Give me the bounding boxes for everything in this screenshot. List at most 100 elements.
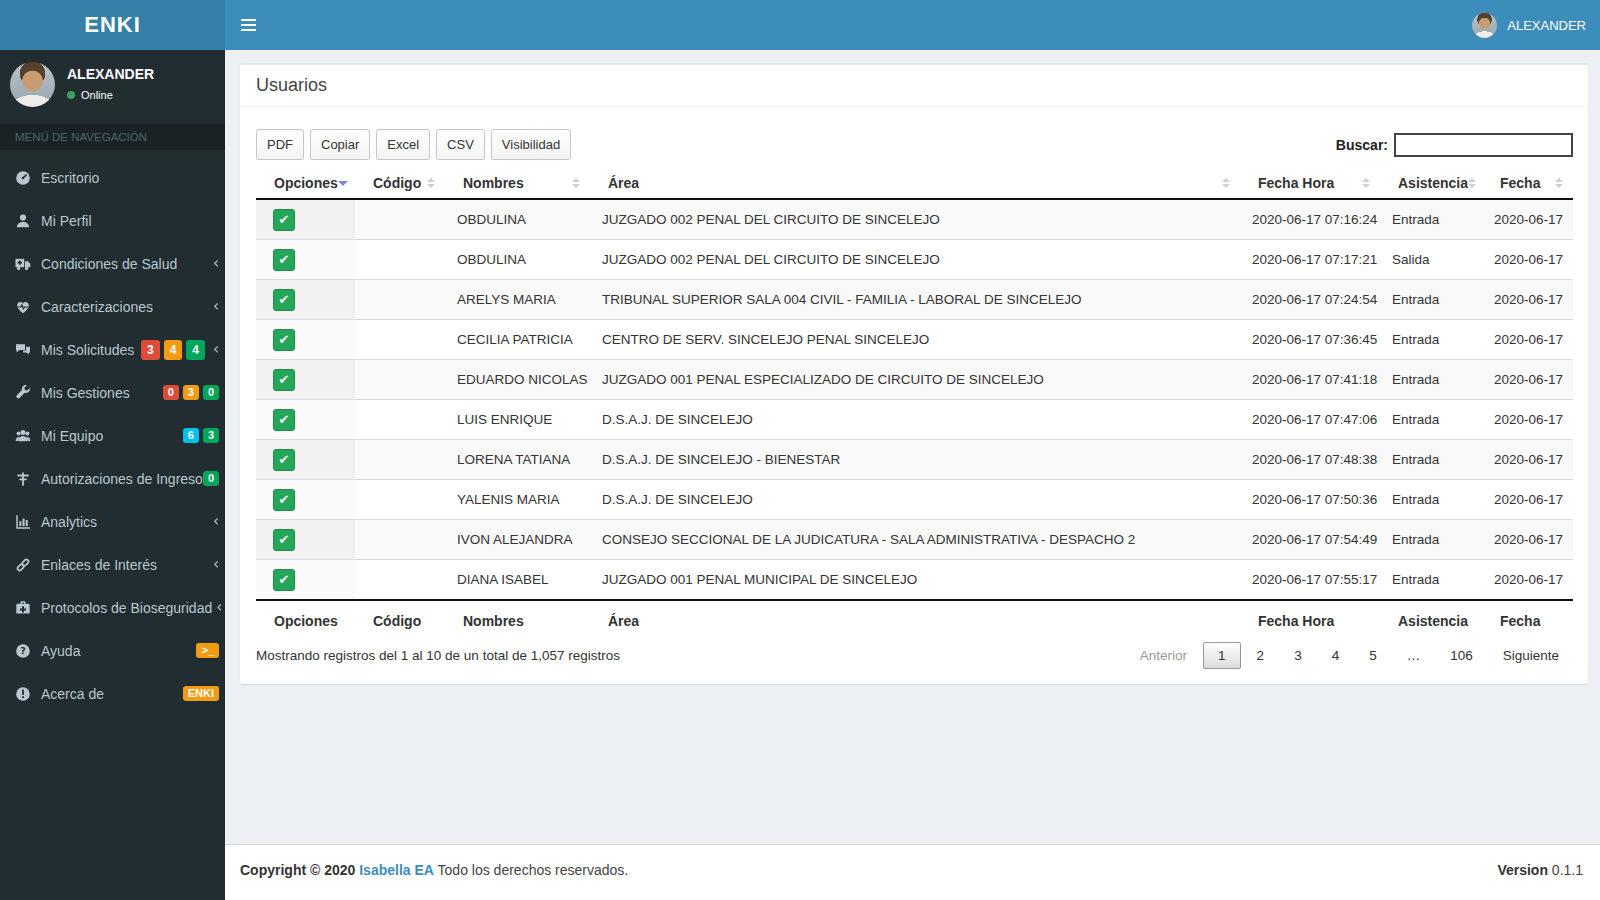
sidebar-item-label: Caracterizaciones xyxy=(41,299,153,315)
check-icon: ✔ xyxy=(279,333,290,346)
column-header-c-digo[interactable]: Código xyxy=(355,168,445,199)
check-button[interactable]: ✔ xyxy=(273,249,295,271)
sidebar-item-label: Autorizaciones de Ingreso xyxy=(41,471,203,487)
search-input[interactable] xyxy=(1394,133,1573,157)
page-title: Usuarios xyxy=(256,75,327,95)
check-button[interactable]: ✔ xyxy=(273,369,295,391)
search-label: Buscar: xyxy=(1336,137,1388,153)
codigo-cell xyxy=(355,480,445,520)
table-row: ✔OBDULINAJUZGADO 002 PENAL DEL CIRCUITO … xyxy=(256,240,1573,280)
asistencia-cell: Entrada xyxy=(1380,199,1482,240)
sidebar-item-mi-perfil[interactable]: Mi Perfil xyxy=(0,199,225,242)
fecha-hora-cell: 2020-06-17 07:41:18 xyxy=(1240,360,1380,400)
pagination-page-4[interactable]: 4 xyxy=(1318,642,1354,669)
area-cell: JUZGADO 002 PENAL DEL CIRCUITO DE SINCEL… xyxy=(590,240,1240,280)
badge: 0 xyxy=(203,471,219,486)
fecha-hora-cell: 2020-06-17 07:47:06 xyxy=(1240,400,1380,440)
pagination-ellipsis: … xyxy=(1393,642,1435,669)
nombres-cell: EDUARDO NICOLAS xyxy=(445,360,590,400)
asistencia-cell: Salida xyxy=(1380,240,1482,280)
sidebar-item-mis-gestiones[interactable]: Mis Gestiones030 xyxy=(0,371,225,414)
sidebar-item-caracterizaciones[interactable]: Caracterizaciones‹ xyxy=(0,285,225,328)
codigo-cell xyxy=(355,520,445,560)
pagination-previous[interactable]: Anterior xyxy=(1126,642,1201,669)
sidebar-item-acerca-de[interactable]: Acerca deENKI xyxy=(0,672,225,715)
check-icon: ✔ xyxy=(279,533,290,546)
pagination-page-2[interactable]: 2 xyxy=(1243,642,1279,669)
column-header--rea[interactable]: Área xyxy=(590,168,1240,199)
user-icon xyxy=(15,213,41,229)
nombres-cell: IVON ALEJANDRA xyxy=(445,520,590,560)
check-icon: ✔ xyxy=(279,253,290,266)
opciones-cell: ✔ xyxy=(256,520,355,560)
sidebar-item-enlaces-de-inter-s[interactable]: Enlaces de Interés‹ xyxy=(0,543,225,586)
sidebar-user-name: ALEXANDER xyxy=(67,66,154,82)
sidebar-toggle-icon[interactable] xyxy=(225,0,271,50)
badge: >_ xyxy=(196,643,219,658)
copiar-button[interactable]: Copiar xyxy=(310,129,370,160)
sidebar-item-ayuda[interactable]: ?Ayuda>_ xyxy=(0,629,225,672)
table-header-row: OpcionesCódigoNombresÁreaFecha HoraAsist… xyxy=(256,168,1573,199)
column-footer--rea: Área xyxy=(590,600,1240,638)
sidebar-item-condiciones-de-salud[interactable]: Condiciones de Salud‹ xyxy=(0,242,225,285)
check-button[interactable]: ✔ xyxy=(273,409,295,431)
pagination-page-3[interactable]: 3 xyxy=(1280,642,1316,669)
sidebar-item-protocolos-de-bioseguridad[interactable]: Protocolos de Bioseguridad‹ xyxy=(0,586,225,629)
search-area: Buscar: xyxy=(1336,133,1573,157)
navbar-user-menu[interactable]: ALEXANDER xyxy=(1462,0,1600,50)
sidebar-item-escritorio[interactable]: Escritorio xyxy=(0,156,225,199)
pagination-page-106[interactable]: 106 xyxy=(1436,642,1487,669)
sidebar-item-label: Mi Perfil xyxy=(41,213,92,229)
check-icon: ✔ xyxy=(279,213,290,226)
column-header-nombres[interactable]: Nombres xyxy=(445,168,590,199)
pagination-page-5[interactable]: 5 xyxy=(1355,642,1391,669)
sidebar: ALEXANDER Online MENÚ DE NAVEGACIÓN Escr… xyxy=(0,50,225,900)
excel-button[interactable]: Excel xyxy=(376,129,430,160)
sidebar-item-mi-equipo[interactable]: Mi Equipo63 xyxy=(0,414,225,457)
codigo-cell xyxy=(355,440,445,480)
badge: ENKI xyxy=(183,686,219,701)
usuarios-box: Usuarios PDFCopiarExcelCSVVisibilidad Bu… xyxy=(240,63,1588,684)
column-footer-c-digo: Código xyxy=(355,600,445,638)
csv-button[interactable]: CSV xyxy=(436,129,485,160)
brand-logo[interactable]: ENKI xyxy=(0,0,225,50)
badge: 3 xyxy=(203,428,219,443)
fecha-cell: 2020-06-17 xyxy=(1482,520,1573,560)
sidebar-item-analytics[interactable]: Analytics‹ xyxy=(0,500,225,543)
table-row: ✔CECILIA PATRICIACENTRO DE SERV. SINCELE… xyxy=(256,320,1573,360)
opciones-cell: ✔ xyxy=(256,199,355,240)
pagination-next[interactable]: Siguiente xyxy=(1489,642,1573,669)
column-header-opciones[interactable]: Opciones xyxy=(256,168,355,199)
sidebar-item-label: Enlaces de Interés xyxy=(41,557,157,573)
sort-icon xyxy=(427,178,441,188)
brand-link[interactable]: Isabella EA xyxy=(359,862,434,878)
medkit-icon xyxy=(15,600,41,616)
column-header-asistencia[interactable]: Asistencia xyxy=(1380,168,1482,199)
pdf-button[interactable]: PDF xyxy=(256,129,304,160)
sidebar-item-mis-solicitudes[interactable]: Mis Solicitudes344‹ xyxy=(0,328,225,371)
check-button[interactable]: ✔ xyxy=(273,529,295,551)
opciones-cell: ✔ xyxy=(256,400,355,440)
table-footer-row: OpcionesCódigoNombresÁreaFecha HoraAsist… xyxy=(256,600,1573,638)
sidebar-item-label: Escritorio xyxy=(41,170,99,186)
pagination: Anterior12345…106Siguiente xyxy=(1124,642,1573,669)
column-header-fecha[interactable]: Fecha xyxy=(1482,168,1573,199)
check-button[interactable]: ✔ xyxy=(273,449,295,471)
check-button[interactable]: ✔ xyxy=(273,489,295,511)
check-button[interactable]: ✔ xyxy=(273,289,295,311)
codigo-cell xyxy=(355,400,445,440)
visibilidad-button[interactable]: Visibilidad xyxy=(491,129,571,160)
sidebar-item-autorizaciones-de-ingreso[interactable]: Autorizaciones de Ingreso0 xyxy=(0,457,225,500)
column-header-fecha-hora[interactable]: Fecha Hora xyxy=(1240,168,1380,199)
area-cell: TRIBUNAL SUPERIOR SALA 004 CIVIL - FAMIL… xyxy=(590,280,1240,320)
check-button[interactable]: ✔ xyxy=(273,209,295,231)
usuarios-table: OpcionesCódigoNombresÁreaFecha HoraAsist… xyxy=(256,168,1573,638)
fecha-cell: 2020-06-17 xyxy=(1482,440,1573,480)
check-button[interactable]: ✔ xyxy=(273,569,295,591)
pagination-page-1[interactable]: 1 xyxy=(1203,642,1241,669)
check-button[interactable]: ✔ xyxy=(273,329,295,351)
users-icon xyxy=(15,428,41,444)
opciones-cell: ✔ xyxy=(256,480,355,520)
chevron-left-icon: ‹ xyxy=(216,600,222,615)
fecha-cell: 2020-06-17 xyxy=(1482,199,1573,240)
